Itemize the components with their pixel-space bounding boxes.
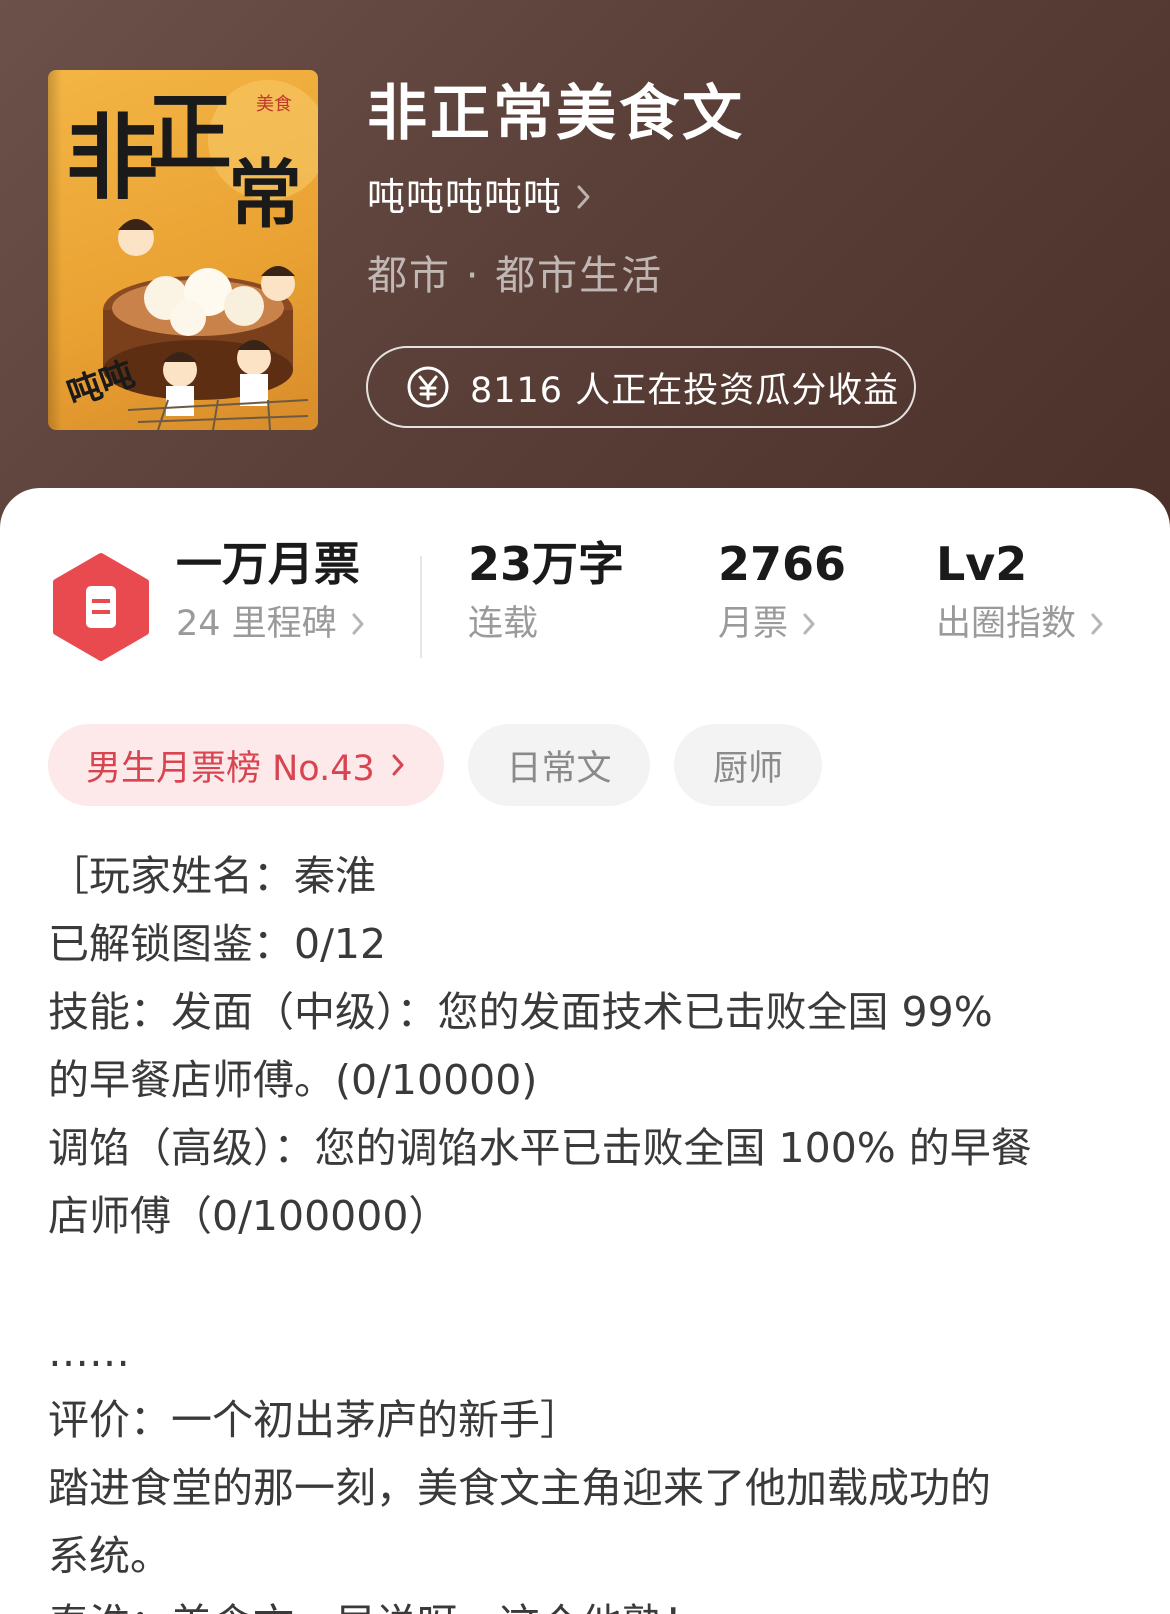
tag-daily[interactable]: 日常文 [468, 724, 650, 806]
stat-word-count-value: 23万字 [468, 537, 625, 591]
tag-chef[interactable]: 厨师 [674, 724, 822, 806]
description-line: 系统。 [48, 1532, 171, 1580]
description-line: 调馅（高级）：您的调馅水平已击败全国 100% 的早餐 [48, 1124, 1032, 1172]
author-name: 吨吨吨吨吨 [367, 175, 563, 219]
stat-monthly-tickets-label: 月票 [718, 604, 789, 644]
stat-popularity-label: 出圈指数 [936, 604, 1077, 644]
tag-chef-label: 厨师 [712, 748, 783, 789]
chevron-right-icon [352, 613, 364, 635]
description-line: 店师傅（0/100000） [48, 1192, 450, 1240]
rank-tag[interactable]: 男生月票榜 No.43 [48, 724, 444, 806]
stat-popularity[interactable]: Lv2 出圈指数 [936, 536, 1104, 646]
author-link[interactable]: 吨吨吨吨吨 [367, 172, 592, 222]
stat-popularity-label-row: 出圈指数 [936, 602, 1104, 646]
book-description[interactable]: ［玩家姓名：秦淮 已解锁图鉴：0/12 技能：发面（中级）：您的发面技术已击败全… [48, 842, 1128, 1614]
stat-milestone-label-row: 24 里程碑 [176, 602, 365, 646]
book-cover[interactable]: 非 正 常 美食 吨吨 [48, 70, 318, 430]
chevron-right-icon [803, 613, 815, 635]
stats-divider [420, 556, 422, 658]
rank-tag-label: 男生月票榜 No.43 [86, 748, 375, 789]
stat-milestone[interactable]: 一万月票 24 里程碑 [176, 536, 365, 646]
cover-badge: 美食 [256, 94, 292, 115]
investment-button[interactable]: 8116 人正在投资瓜分收益 [366, 346, 916, 428]
book-title: 非正常美食文 [367, 79, 745, 149]
description-line: 踏进食堂的那一刻，美食文主角迎来了他加载成功的 [48, 1464, 991, 1512]
stat-monthly-tickets-label-row: 月票 [718, 602, 846, 646]
description-line: …… [48, 1328, 130, 1376]
investment-text: 8116 人正在投资瓜分收益 [470, 370, 900, 411]
book-cover-illustration: 非 正 常 美食 吨吨 [62, 80, 318, 430]
stat-milestone-value: 一万月票 [176, 537, 360, 591]
description-line: 秦淮：美食文，早说呀，这个他熟！ [48, 1590, 1128, 1614]
cover-title-char-2: 正 [148, 83, 232, 182]
book-genre: 都市 · 都市生活 [367, 253, 664, 299]
description-line: 技能：发面（中级）：您的发面技术已击败全国 99% [48, 988, 993, 1036]
yuan-coin-icon [407, 366, 449, 408]
description-line [48, 1250, 1128, 1318]
stat-popularity-value: Lv2 [936, 537, 1028, 591]
stat-monthly-tickets[interactable]: 2766 月票 [718, 536, 846, 646]
description-line: 评价：一个初出茅庐的新手］ [48, 1396, 581, 1444]
description-line: 已解锁图鉴：0/12 [48, 920, 387, 968]
tag-daily-label: 日常文 [506, 748, 612, 789]
description-line: 的早餐店师傅。(0/10000) [48, 1056, 538, 1104]
chevron-right-icon [577, 185, 590, 209]
cover-spine [48, 70, 62, 430]
book-header: 非 正 常 美食 吨吨 非正常美食文 吨吨吨吨吨 都市 · 都市生活 8116 … [0, 0, 1170, 560]
stat-word-count: 23万字 连载 [468, 536, 624, 646]
cover-title-char-1: 非 [66, 104, 158, 212]
stat-monthly-tickets-value: 2766 [718, 537, 847, 591]
chevron-right-icon [392, 754, 404, 776]
stat-word-count-label: 连载 [468, 604, 539, 644]
cover-title-char-3: 常 [228, 152, 302, 238]
ticket-icon [53, 553, 149, 661]
cover-author-sign: 吨吨 [62, 354, 140, 415]
stat-word-count-label-row: 连载 [468, 602, 624, 646]
stat-milestone-label: 24 里程碑 [176, 604, 337, 644]
chevron-right-icon [1091, 613, 1103, 635]
description-line: ［玩家姓名：秦淮 [48, 852, 376, 900]
